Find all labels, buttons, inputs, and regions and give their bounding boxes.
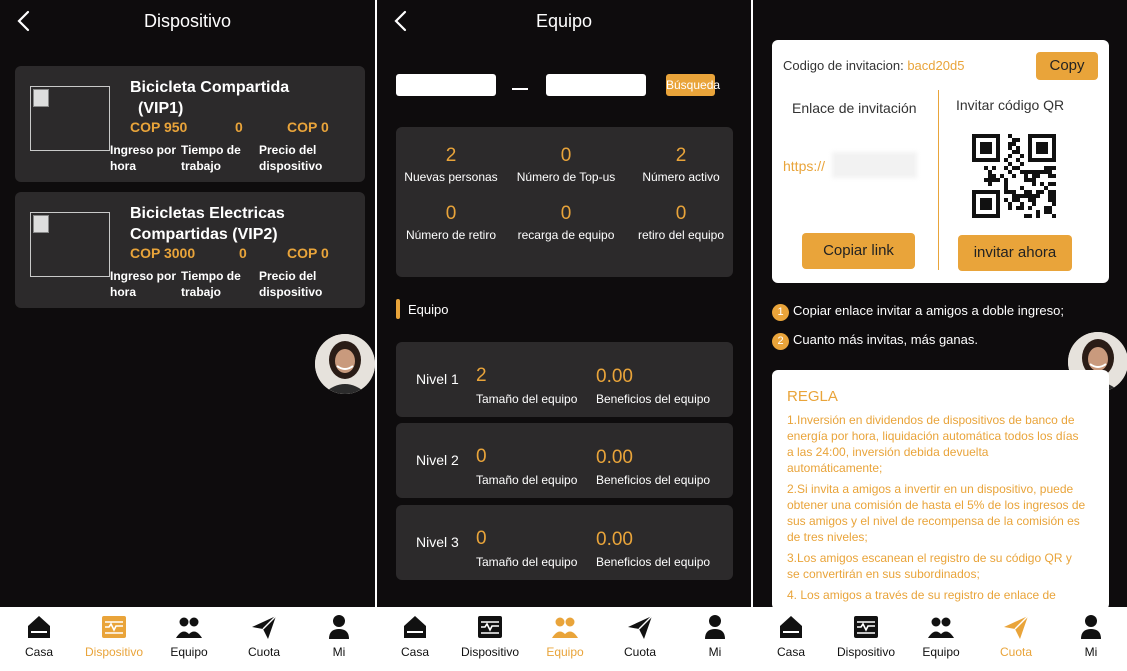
home-icon — [28, 616, 50, 638]
tab-dispositivo[interactable]: Dispositivo — [84, 613, 144, 659]
invite-qr-title: Invitar código QR — [956, 97, 1065, 113]
device-card-vip2[interactable]: Bicicletas Electricas Compartidas (VIP2)… — [15, 192, 365, 308]
level-card-1[interactable]: Nivel 1 2 Tamaño del equipo 0.00 Benefic… — [396, 342, 733, 417]
level-card-3[interactable]: Nivel 3 0 Tamaño del equipo 0.00 Benefic… — [396, 505, 733, 580]
device-name: Bicicletas Electricas Compartidas (VIP2) — [130, 205, 285, 243]
tab-bar: Casa Dispositivo Equipo Cuota Mi — [377, 607, 751, 671]
copy-link-button[interactable]: Copiar link — [802, 233, 915, 269]
device-name: Bicicleta Compartida (VIP1) — [130, 79, 290, 117]
date-start-input[interactable] — [396, 74, 496, 96]
invite-screen: Codigo de invitacion: bacd20d5 Copy Enla… — [753, 0, 1127, 671]
section-marker — [396, 299, 400, 319]
team-icon — [928, 617, 954, 638]
device-screen: Dispositivo Bicicleta Compartida (VIP1) … — [0, 0, 375, 671]
section-title: Equipo — [408, 302, 449, 317]
tab-equipo[interactable]: Equipo — [535, 613, 595, 659]
home-icon — [780, 616, 802, 638]
team-screen: Equipo Búsqueda 2 Nuevas personas 0 Número… — [377, 0, 751, 671]
tab-equipo[interactable]: Equipo — [159, 613, 219, 659]
support-avatar[interactable] — [315, 334, 375, 394]
rules-card: REGLA 1.Inversión en dividendos de dispo… — [772, 370, 1109, 610]
tip-2: 2 Cuanto más invitas, más ganas. — [772, 332, 978, 350]
search-button[interactable]: Búsqueda — [666, 74, 720, 96]
tab-mi[interactable]: Mi — [685, 613, 745, 659]
device-price: COP 0 — [287, 245, 329, 261]
user-icon — [329, 615, 349, 639]
device-image — [30, 212, 110, 277]
device-icon — [854, 616, 878, 638]
tab-cuota[interactable]: Cuota — [234, 613, 294, 659]
user-icon — [705, 615, 725, 639]
tab-bar: Casa Dispositivo Equipo Cuota Mi — [753, 607, 1127, 671]
stat-team-withdrawal: 0 retiro del equipo — [637, 203, 725, 242]
invite-link-title: Enlace de invitación — [792, 100, 917, 116]
date-end-input[interactable] — [546, 74, 646, 96]
team-icon — [552, 617, 578, 638]
stat-team-recharge: 0 recarga de equipo — [517, 203, 615, 242]
send-icon — [252, 615, 277, 639]
label-price: Precio del dispositivo — [259, 269, 323, 299]
stat-active: 2 Número activo — [642, 145, 720, 184]
page-title: Dispositivo — [143, 11, 232, 31]
device-icon — [478, 616, 502, 638]
tab-mi[interactable]: Mi — [309, 613, 369, 659]
home-icon — [404, 616, 426, 638]
device-price: COP 0 — [287, 119, 329, 135]
invite-card: Codigo de invitacion: bacd20d5 Copy Enla… — [772, 40, 1109, 283]
device-hours: 0 — [235, 119, 243, 135]
invite-code-value: bacd20d5 — [907, 58, 965, 73]
send-icon — [628, 615, 653, 639]
tab-dispositivo[interactable]: Dispositivo — [836, 613, 896, 659]
label-time: Tiempo de trabajo — [181, 269, 241, 299]
device-income: COP 3000 — [130, 245, 196, 261]
rules-title: REGLA — [787, 388, 838, 405]
tab-mi[interactable]: Mi — [1061, 613, 1121, 659]
invite-url[interactable]: https:// — [783, 158, 825, 174]
device-hours: 0 — [239, 245, 247, 261]
send-icon — [1004, 615, 1029, 639]
device-income: COP 950 — [130, 119, 188, 135]
page-title: Equipo — [535, 11, 593, 31]
device-icon — [102, 616, 126, 638]
tab-casa[interactable]: Casa — [761, 613, 821, 659]
tab-cuota[interactable]: Cuota — [986, 613, 1046, 659]
team-stats: 2 Nuevas personas 0 Número de Top-us 2 Núme… — [396, 127, 733, 277]
device-card-vip1[interactable]: Bicicleta Compartida (VIP1) COP 950 0 CO… — [15, 66, 365, 182]
woman-avatar-icon — [315, 334, 375, 394]
stat-topups: 0 Número de Top-us — [516, 145, 616, 184]
invite-now-button[interactable]: invitar ahora — [958, 235, 1072, 271]
tab-cuota[interactable]: Cuota — [610, 613, 670, 659]
stat-new-people: 2 Nuevas personas — [404, 145, 498, 184]
tab-dispositivo[interactable]: Dispositivo — [460, 613, 520, 659]
invite-code: Codigo de invitacion: bacd20d5 — [783, 58, 965, 73]
label-income: Ingreso por hora — [110, 269, 177, 299]
tab-bar: Casa Dispositivo Equipo Cuota Mi — [0, 607, 375, 671]
label-time: Tiempo de trabajo — [181, 143, 241, 173]
rules-text: 1.Inversión en dividendos de dispositivo… — [787, 413, 1086, 602]
range-separator — [512, 88, 528, 90]
qr-code-icon — [972, 134, 1056, 218]
tip-1: 1 Copiar enlace invitar a amigos a doble … — [772, 303, 1064, 321]
tab-casa[interactable]: Casa — [9, 613, 69, 659]
url-redaction — [832, 152, 917, 178]
copy-code-button[interactable]: Copy — [1036, 52, 1098, 80]
user-icon — [1081, 615, 1101, 639]
label-price: Precio del dispositivo — [259, 143, 323, 173]
team-icon — [176, 617, 202, 638]
divider — [938, 90, 939, 270]
stat-withdrawals: 0 Número de retiro — [405, 203, 497, 242]
label-income: Ingreso por hora — [110, 143, 177, 173]
level-card-2[interactable]: Nivel 2 0 Tamaño del equipo 0.00 Benefic… — [396, 423, 733, 498]
tab-casa[interactable]: Casa — [385, 613, 445, 659]
tab-equipo[interactable]: Equipo — [911, 613, 971, 659]
device-image — [30, 86, 110, 151]
